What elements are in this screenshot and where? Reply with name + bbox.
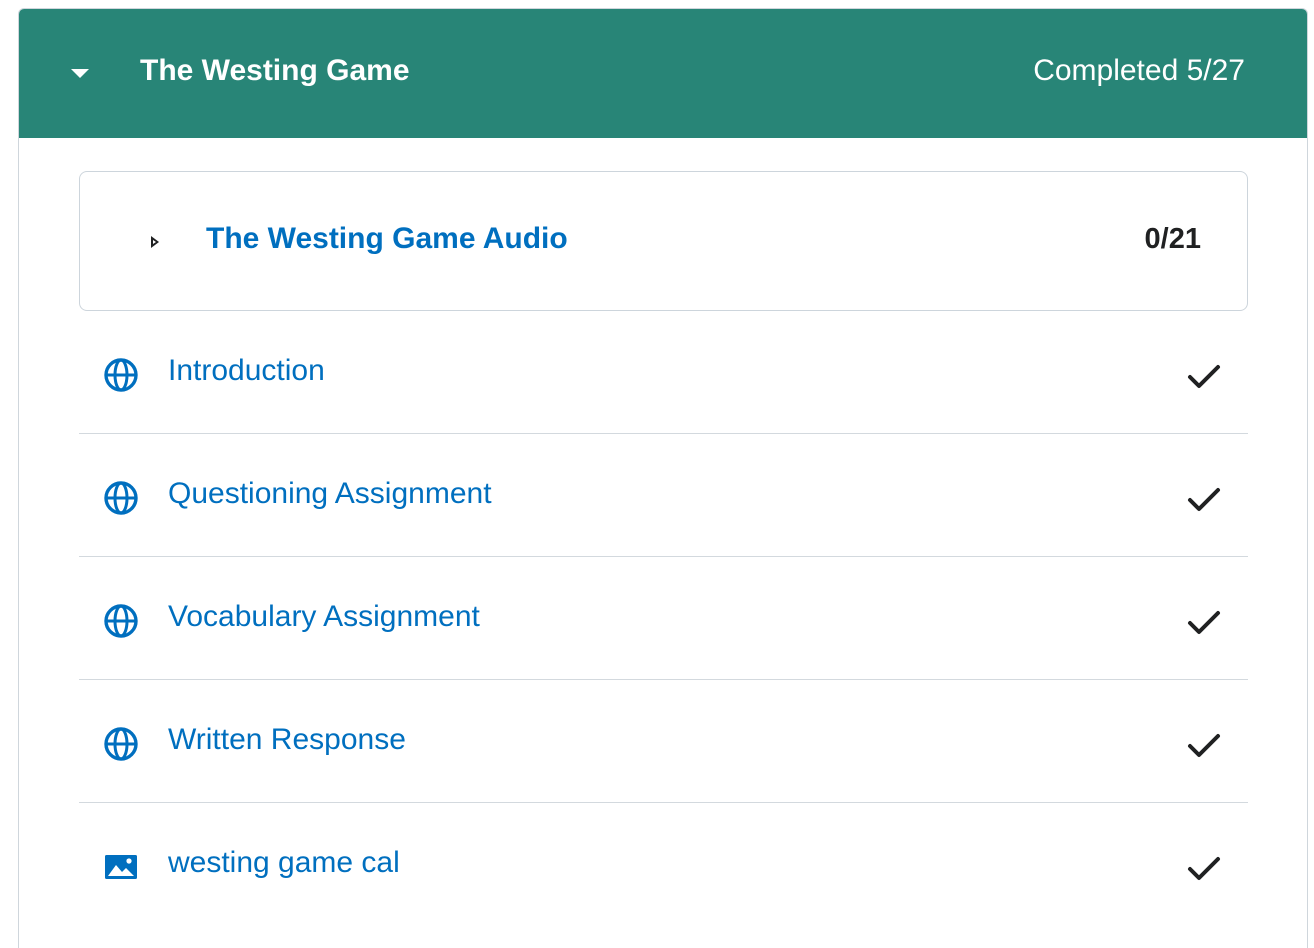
module-progress: Completed 5/27 xyxy=(1033,54,1245,87)
globe-icon xyxy=(104,481,138,515)
module-title[interactable]: The Westing Game xyxy=(140,51,410,91)
globe-icon xyxy=(104,604,138,638)
submodule-title-link[interactable]: The Westing Game Audio xyxy=(206,219,568,259)
submodule-count: 0/21 xyxy=(1144,223,1201,255)
topic-item-westing-game-cal[interactable]: westing game cal xyxy=(79,803,1248,926)
topic-item-written-response[interactable]: Written Response xyxy=(79,680,1248,803)
topic-link[interactable]: Questioning Assignment xyxy=(168,474,492,514)
topic-list: Introduction Questioning Assignment Voca… xyxy=(79,311,1248,926)
page-frame: The Westing Game Completed 5/27 The West… xyxy=(0,0,1314,948)
caret-right-icon[interactable] xyxy=(151,236,159,248)
topic-link[interactable]: westing game cal xyxy=(168,843,400,883)
checkmark-icon xyxy=(1188,488,1220,511)
globe-icon xyxy=(104,727,138,761)
module-header[interactable]: The Westing Game Completed 5/27 xyxy=(19,9,1307,138)
topic-link[interactable]: Vocabulary Assignment xyxy=(168,597,480,637)
module-panel: The Westing Game Completed 5/27 The West… xyxy=(18,8,1308,948)
checkmark-icon xyxy=(1188,365,1220,388)
checkmark-icon xyxy=(1188,734,1220,757)
topic-item-introduction[interactable]: Introduction xyxy=(79,311,1248,434)
topic-link[interactable]: Written Response xyxy=(168,720,406,760)
globe-icon xyxy=(104,358,138,392)
submodule-card[interactable]: The Westing Game Audio 0/21 xyxy=(79,171,1248,311)
caret-down-icon[interactable] xyxy=(71,69,89,78)
topic-link[interactable]: Introduction xyxy=(168,351,325,391)
checkmark-icon xyxy=(1188,857,1220,880)
checkmark-icon xyxy=(1188,611,1220,634)
image-icon xyxy=(105,855,137,879)
topic-item-questioning-assignment[interactable]: Questioning Assignment xyxy=(79,434,1248,557)
topic-item-vocabulary-assignment[interactable]: Vocabulary Assignment xyxy=(79,557,1248,680)
